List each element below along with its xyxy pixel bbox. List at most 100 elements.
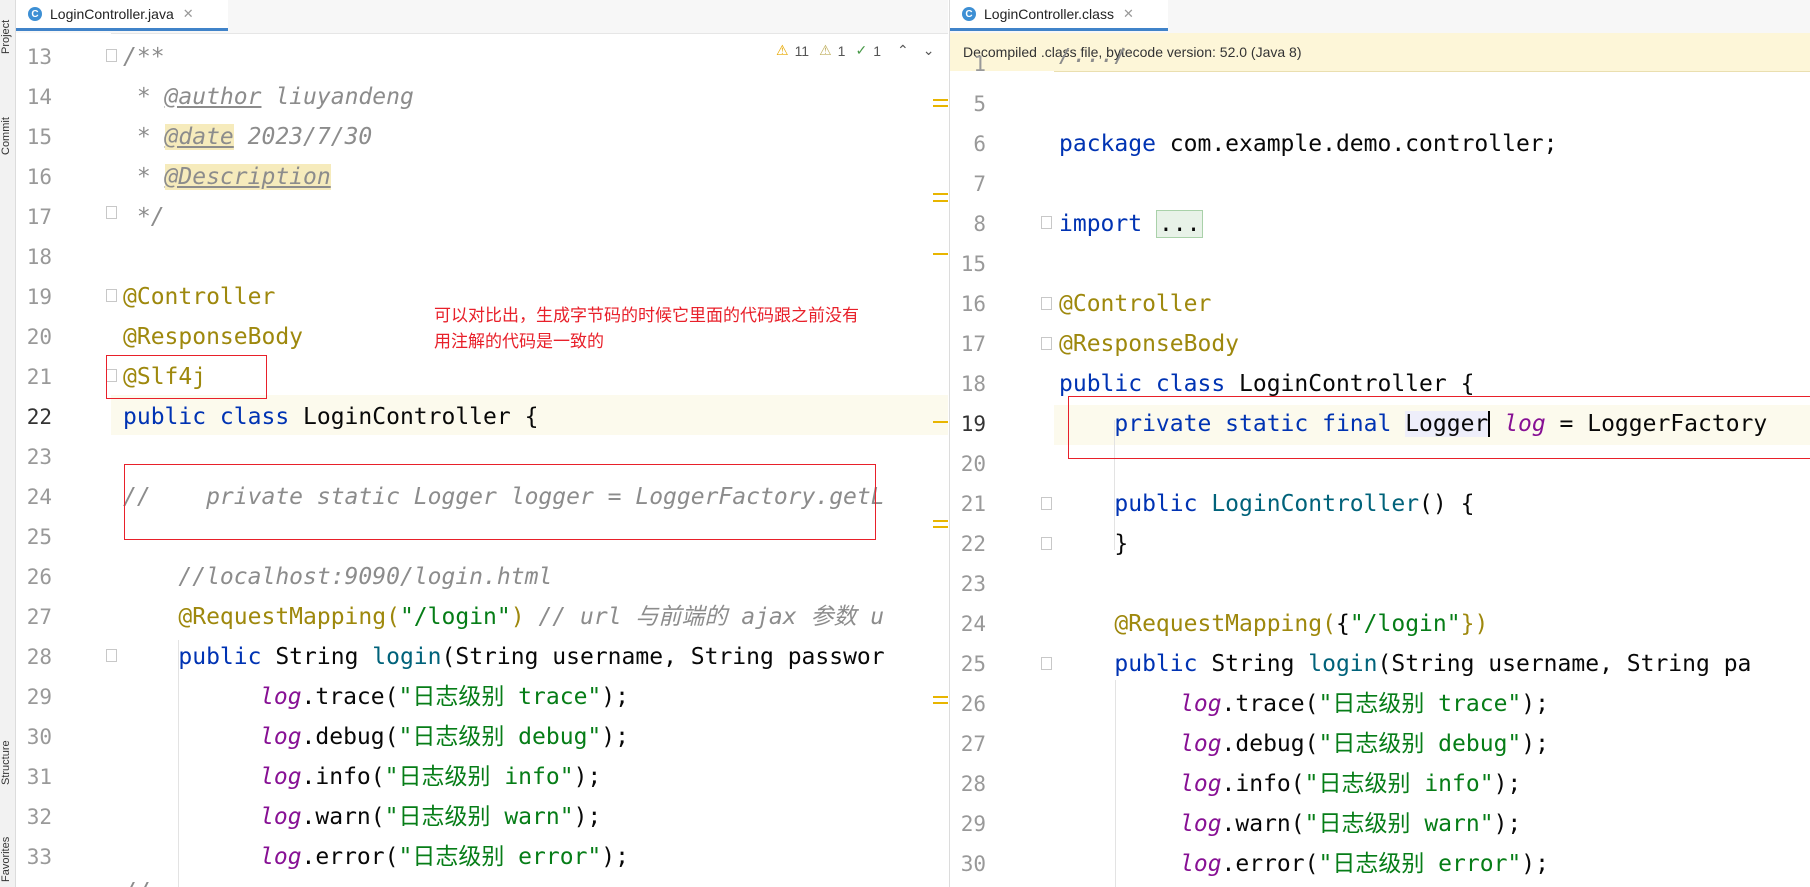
code-token: "日志级别 debug" xyxy=(1318,731,1522,757)
code-token: "日志级别 warn" xyxy=(384,804,574,830)
code-token: () { xyxy=(1419,491,1475,517)
left-gutter: 13 14 15 16 17 18 19 20 21 22 23 24 25 2… xyxy=(16,33,111,887)
code-token: .info( xyxy=(301,764,385,790)
code-line-17: */ xyxy=(123,204,165,230)
scroll-marker xyxy=(933,526,948,528)
code-token: liuyandeng xyxy=(261,84,414,110)
code-line-30: log.debug("日志级别 debug"); xyxy=(260,717,629,757)
tool-window-strip: Project Commit Structure Favorites xyxy=(0,0,16,887)
chevron-up-icon[interactable]: ⌃ xyxy=(897,42,909,59)
close-icon[interactable]: ✕ xyxy=(1123,6,1134,22)
code-token: * xyxy=(123,164,165,190)
code-token: ); xyxy=(601,844,629,870)
tab-login-controller-java[interactable]: C LoginController.java ✕ xyxy=(16,0,228,31)
fold-icon[interactable] xyxy=(1041,497,1052,510)
code-line-34: // xyxy=(123,872,151,887)
fold-icon[interactable] xyxy=(106,206,117,219)
fold-icon[interactable] xyxy=(1041,337,1052,350)
line-number: 25 xyxy=(26,525,52,549)
fold-icon[interactable] xyxy=(1041,657,1052,670)
code-token: "/login" xyxy=(1349,611,1461,637)
code-token: .debug( xyxy=(1221,731,1319,757)
code-token: ); xyxy=(1493,771,1522,797)
scroll-marker xyxy=(933,253,948,255)
code-line-30: log.error("日志级别 error"); xyxy=(1180,844,1549,884)
code-token: public xyxy=(1059,651,1212,677)
scroll-marker xyxy=(933,99,948,101)
fold-icon[interactable] xyxy=(1041,297,1052,310)
code-line-32: log.warn("日志级别 warn"); xyxy=(260,797,601,837)
code-token: "日志级别 warn" xyxy=(1304,811,1494,837)
fold-icon[interactable] xyxy=(106,289,117,302)
code-token: public class xyxy=(123,404,304,430)
tab-title: LoginController.class xyxy=(984,6,1114,22)
line-number: 24 xyxy=(960,612,986,636)
typo-check-icon: ✓ xyxy=(855,42,868,58)
line-number: 23 xyxy=(26,445,52,469)
code-line-21: public LoginController() { xyxy=(1059,484,1474,524)
code-token: "日志级别 debug" xyxy=(398,724,602,750)
code-token: @author xyxy=(164,84,262,110)
scroll-marker xyxy=(933,520,948,522)
project-tool-button[interactable]: Project xyxy=(0,4,15,54)
code-token: public xyxy=(1059,491,1212,517)
typo-count: 1 xyxy=(873,42,881,59)
line-number: 16 xyxy=(26,165,52,189)
code-token: String xyxy=(275,644,373,670)
scroll-marker xyxy=(933,193,948,195)
line-number-current: 22 xyxy=(26,405,52,429)
right-editor-pane: C LoginController.class ✕ Decompiled .cl… xyxy=(949,0,1810,887)
code-token: log xyxy=(1180,691,1222,717)
tab-title: LoginController.java xyxy=(50,6,174,22)
highlight-box-slf4j xyxy=(106,355,267,399)
code-token: .info( xyxy=(1221,771,1305,797)
commit-tool-button[interactable]: Commit xyxy=(0,100,15,155)
code-line-19: @Controller xyxy=(123,284,276,310)
code-token: ); xyxy=(573,804,602,830)
inspection-widget[interactable]: ⚠ 11 ⚠ 1 ✓ 1 ⌃ ⌄ xyxy=(776,42,934,59)
code-token: String xyxy=(1211,651,1309,677)
code-line-28: log.info("日志级别 info"); xyxy=(1180,764,1521,804)
java-class-icon: C xyxy=(28,7,42,21)
class-file-icon: C xyxy=(962,7,976,21)
weak-warning-icon: ⚠ xyxy=(819,42,832,58)
warning-count: 11 xyxy=(794,42,810,59)
code-token: .error( xyxy=(1221,851,1319,877)
code-line-15: * @date 2023/7/30 xyxy=(123,117,372,157)
code-token: log xyxy=(1180,851,1222,877)
code-token: ); xyxy=(573,764,602,790)
chevron-down-icon[interactable]: ⌄ xyxy=(923,42,935,59)
code-token: (String username, String passwor xyxy=(441,644,885,670)
code-line-25: public String login(String username, Str… xyxy=(1059,644,1751,684)
fold-icon[interactable] xyxy=(106,49,117,62)
code-token: @date xyxy=(164,124,234,150)
structure-tool-button[interactable]: Structure xyxy=(0,720,15,785)
code-line-20: @ResponseBody xyxy=(123,324,304,350)
line-number: 23 xyxy=(960,572,986,596)
scroll-marker xyxy=(933,200,948,202)
tab-login-controller-class[interactable]: C LoginController.class ✕ xyxy=(950,0,1168,31)
annotation-note-line: 可以对比出，生成字节码的时候它里面的代码跟之前没有 xyxy=(434,306,859,325)
folded-imports[interactable]: ... xyxy=(1155,210,1204,238)
code-line-1-folded[interactable]: /.../ xyxy=(1059,48,1128,72)
code-token: ); xyxy=(1521,851,1549,877)
code-token: LoginController xyxy=(1211,491,1420,517)
fold-icon[interactable] xyxy=(1041,537,1052,550)
code-token: "日志级别 trace" xyxy=(1318,691,1522,717)
line-number: 30 xyxy=(960,852,986,876)
code-token: "日志级别 info" xyxy=(384,764,574,790)
line-number: 17 xyxy=(26,205,52,229)
fold-icon[interactable] xyxy=(106,649,117,662)
code-token: .trace( xyxy=(301,684,399,710)
weak-warning-count: 1 xyxy=(837,42,846,59)
fold-icon[interactable] xyxy=(1041,216,1052,229)
code-token: .error( xyxy=(301,844,399,870)
code-token: ); xyxy=(601,724,629,750)
code-token: @Description xyxy=(164,164,331,190)
line-number: 5 xyxy=(973,92,986,116)
favorites-tool-button[interactable]: Favorites xyxy=(0,822,15,882)
line-number: 7 xyxy=(973,172,986,196)
close-icon[interactable]: ✕ xyxy=(183,6,194,22)
code-token: log xyxy=(260,804,302,830)
code-line-14: * @author liuyandeng xyxy=(123,77,414,117)
